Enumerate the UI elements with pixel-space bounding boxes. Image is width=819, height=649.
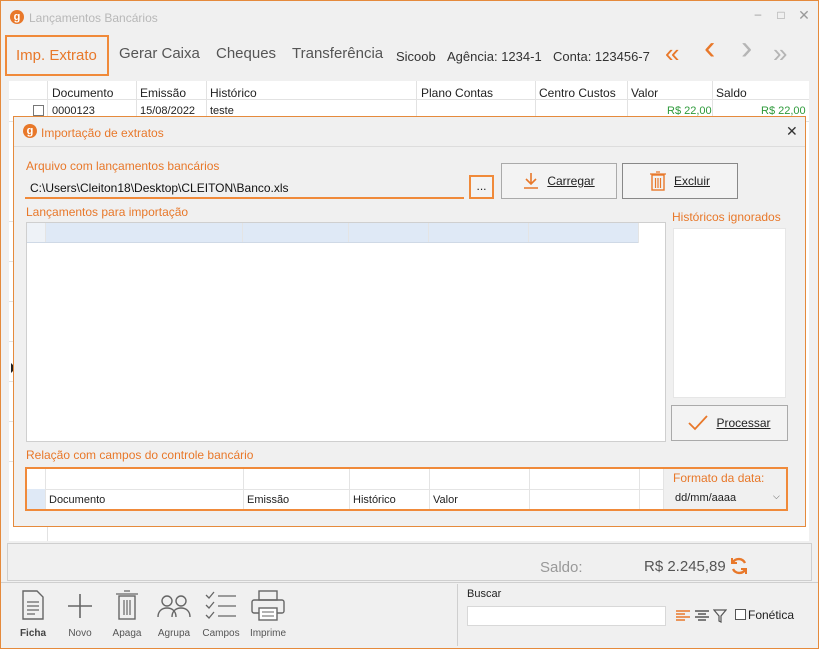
date-format-value: dd/mm/aaaa (675, 492, 737, 504)
browse-button[interactable]: ... (469, 175, 494, 199)
tab-gerar-caixa[interactable]: Gerar Caixa (119, 45, 200, 62)
close-icon[interactable]: ✕ (797, 7, 811, 24)
check-icon (688, 415, 709, 431)
trash-icon (649, 171, 666, 191)
trash-icon (116, 590, 138, 620)
agency-number: Agência: 1234-1 (447, 49, 542, 64)
dialog-close-icon[interactable]: ✕ (786, 123, 798, 140)
ficha-button[interactable]: Ficha (13, 588, 53, 644)
download-icon (524, 173, 539, 189)
account-number: Conta: 123456-7 (553, 49, 650, 64)
bottom-bar: Saldo: R$ 2.245,89 Ficha Novo Apaga Agru… (1, 542, 818, 648)
file-label: Arquivo com lançamentos bancários (26, 159, 220, 173)
column-saldo[interactable]: Saldo (716, 86, 747, 100)
process-label: Processar (716, 416, 771, 430)
dialog-title-bar: g Importação de extratos ✕ (14, 117, 805, 147)
process-button[interactable]: Processar (671, 405, 788, 441)
delete-button[interactable]: Excluir (622, 163, 738, 199)
refresh-icon[interactable] (729, 556, 749, 576)
column-valor[interactable]: Valor (631, 86, 658, 100)
title-bar: g Lançamentos Bancários – □ ✕ (1, 1, 818, 33)
file-path-field[interactable]: C:\Users\Cleiton18\Desktop\CLEITON\Banco… (25, 175, 464, 199)
imprime-label: Imprime (249, 628, 287, 639)
tab-label: Imp. Extrato (16, 47, 97, 64)
balance-value: R$ 2.245,89 (644, 558, 726, 575)
column-emissao[interactable]: Emissão (140, 86, 186, 100)
tab-transferencia[interactable]: Transferência (292, 45, 383, 62)
tab-bar: Imp. Extrato Gerar Caixa Cheques Transfe… (1, 31, 818, 79)
column-plano-contas[interactable]: Plano Contas (421, 86, 493, 100)
phonetic-label: Fonética (748, 608, 795, 622)
date-format-select[interactable]: dd/mm/aaaa ⌵ (673, 488, 784, 508)
bank-name: Sicoob (396, 49, 436, 64)
dialog-title: Importação de extratos (41, 126, 164, 140)
previous-record-icon[interactable]: ‹ (704, 31, 715, 65)
column-historico[interactable]: Histórico (210, 86, 257, 100)
apaga-button[interactable]: Apaga (107, 588, 147, 644)
checklist-icon (205, 591, 236, 619)
ficha-label: Ficha (19, 628, 47, 639)
file-path-value: C:\Users\Cleiton18\Desktop\CLEITON\Banco… (30, 181, 289, 195)
campos-button[interactable]: Campos (201, 588, 241, 644)
mapping-emissao[interactable]: Emissão (247, 494, 289, 506)
novo-label: Novo (68, 628, 92, 639)
printer-icon (251, 590, 285, 621)
next-record-icon[interactable]: › (741, 31, 752, 65)
balance-bar: Saldo: R$ 2.245,89 (7, 543, 812, 581)
mapping-historico[interactable]: Histórico (353, 494, 396, 506)
phonetic-checkbox[interactable] (735, 609, 746, 620)
chevron-down-icon: ⌵ (773, 491, 780, 501)
search-input[interactable] (467, 606, 666, 626)
novo-button[interactable]: Novo (60, 588, 100, 644)
mapping-label: Relação com campos do controle bancário (26, 448, 254, 462)
load-label: Carregar (547, 174, 595, 188)
entries-label: Lançamentos para importação (26, 205, 189, 219)
column-centro-custos[interactable]: Centro Custos (539, 86, 616, 100)
align-left-icon[interactable] (676, 610, 690, 622)
group-icon (157, 595, 191, 618)
dialog-logo-icon: g (23, 124, 37, 138)
tab-cheques[interactable]: Cheques (216, 45, 276, 62)
agrupa-label: Agrupa (157, 628, 191, 639)
entries-panel (26, 222, 666, 442)
tab-imp-extrato[interactable]: Imp. Extrato (5, 35, 109, 76)
import-dialog: g Importação de extratos ✕ Arquivo com l… (13, 116, 806, 527)
agrupa-button[interactable]: Agrupa (154, 588, 194, 644)
search-label: Buscar (467, 588, 502, 600)
mapping-documento[interactable]: Documento (49, 494, 105, 506)
main-window: g Lançamentos Bancários – □ ✕ Imp. Extra… (0, 0, 819, 649)
maximize-icon[interactable]: □ (774, 8, 788, 22)
row-checkbox[interactable] (33, 105, 44, 116)
minimize-icon[interactable]: – (751, 7, 765, 21)
app-logo-icon: g (10, 10, 24, 24)
ignored-label: Históricos ignorados (672, 210, 781, 224)
align-center-icon[interactable] (695, 610, 709, 622)
filter-icon[interactable] (713, 609, 727, 623)
load-button[interactable]: Carregar (501, 163, 617, 199)
campos-label: Campos (202, 628, 240, 639)
apaga-label: Apaga (112, 628, 142, 639)
document-icon (22, 590, 44, 620)
plus-icon (68, 594, 92, 618)
last-record-icon[interactable]: » (773, 38, 787, 68)
mapping-valor[interactable]: Valor (433, 494, 458, 506)
imprime-button[interactable]: Imprime (248, 588, 288, 644)
delete-label: Excluir (673, 174, 710, 188)
first-record-icon[interactable]: « (665, 38, 680, 68)
window-title: Lançamentos Bancários (29, 11, 158, 25)
balance-label: Saldo: (540, 559, 583, 576)
date-format-label: Formato da data: (673, 471, 765, 485)
ignored-list[interactable] (673, 228, 786, 398)
column-documento[interactable]: Documento (52, 86, 113, 100)
mapping-grid: Documento Emissão Histórico Valor Format… (25, 467, 788, 511)
